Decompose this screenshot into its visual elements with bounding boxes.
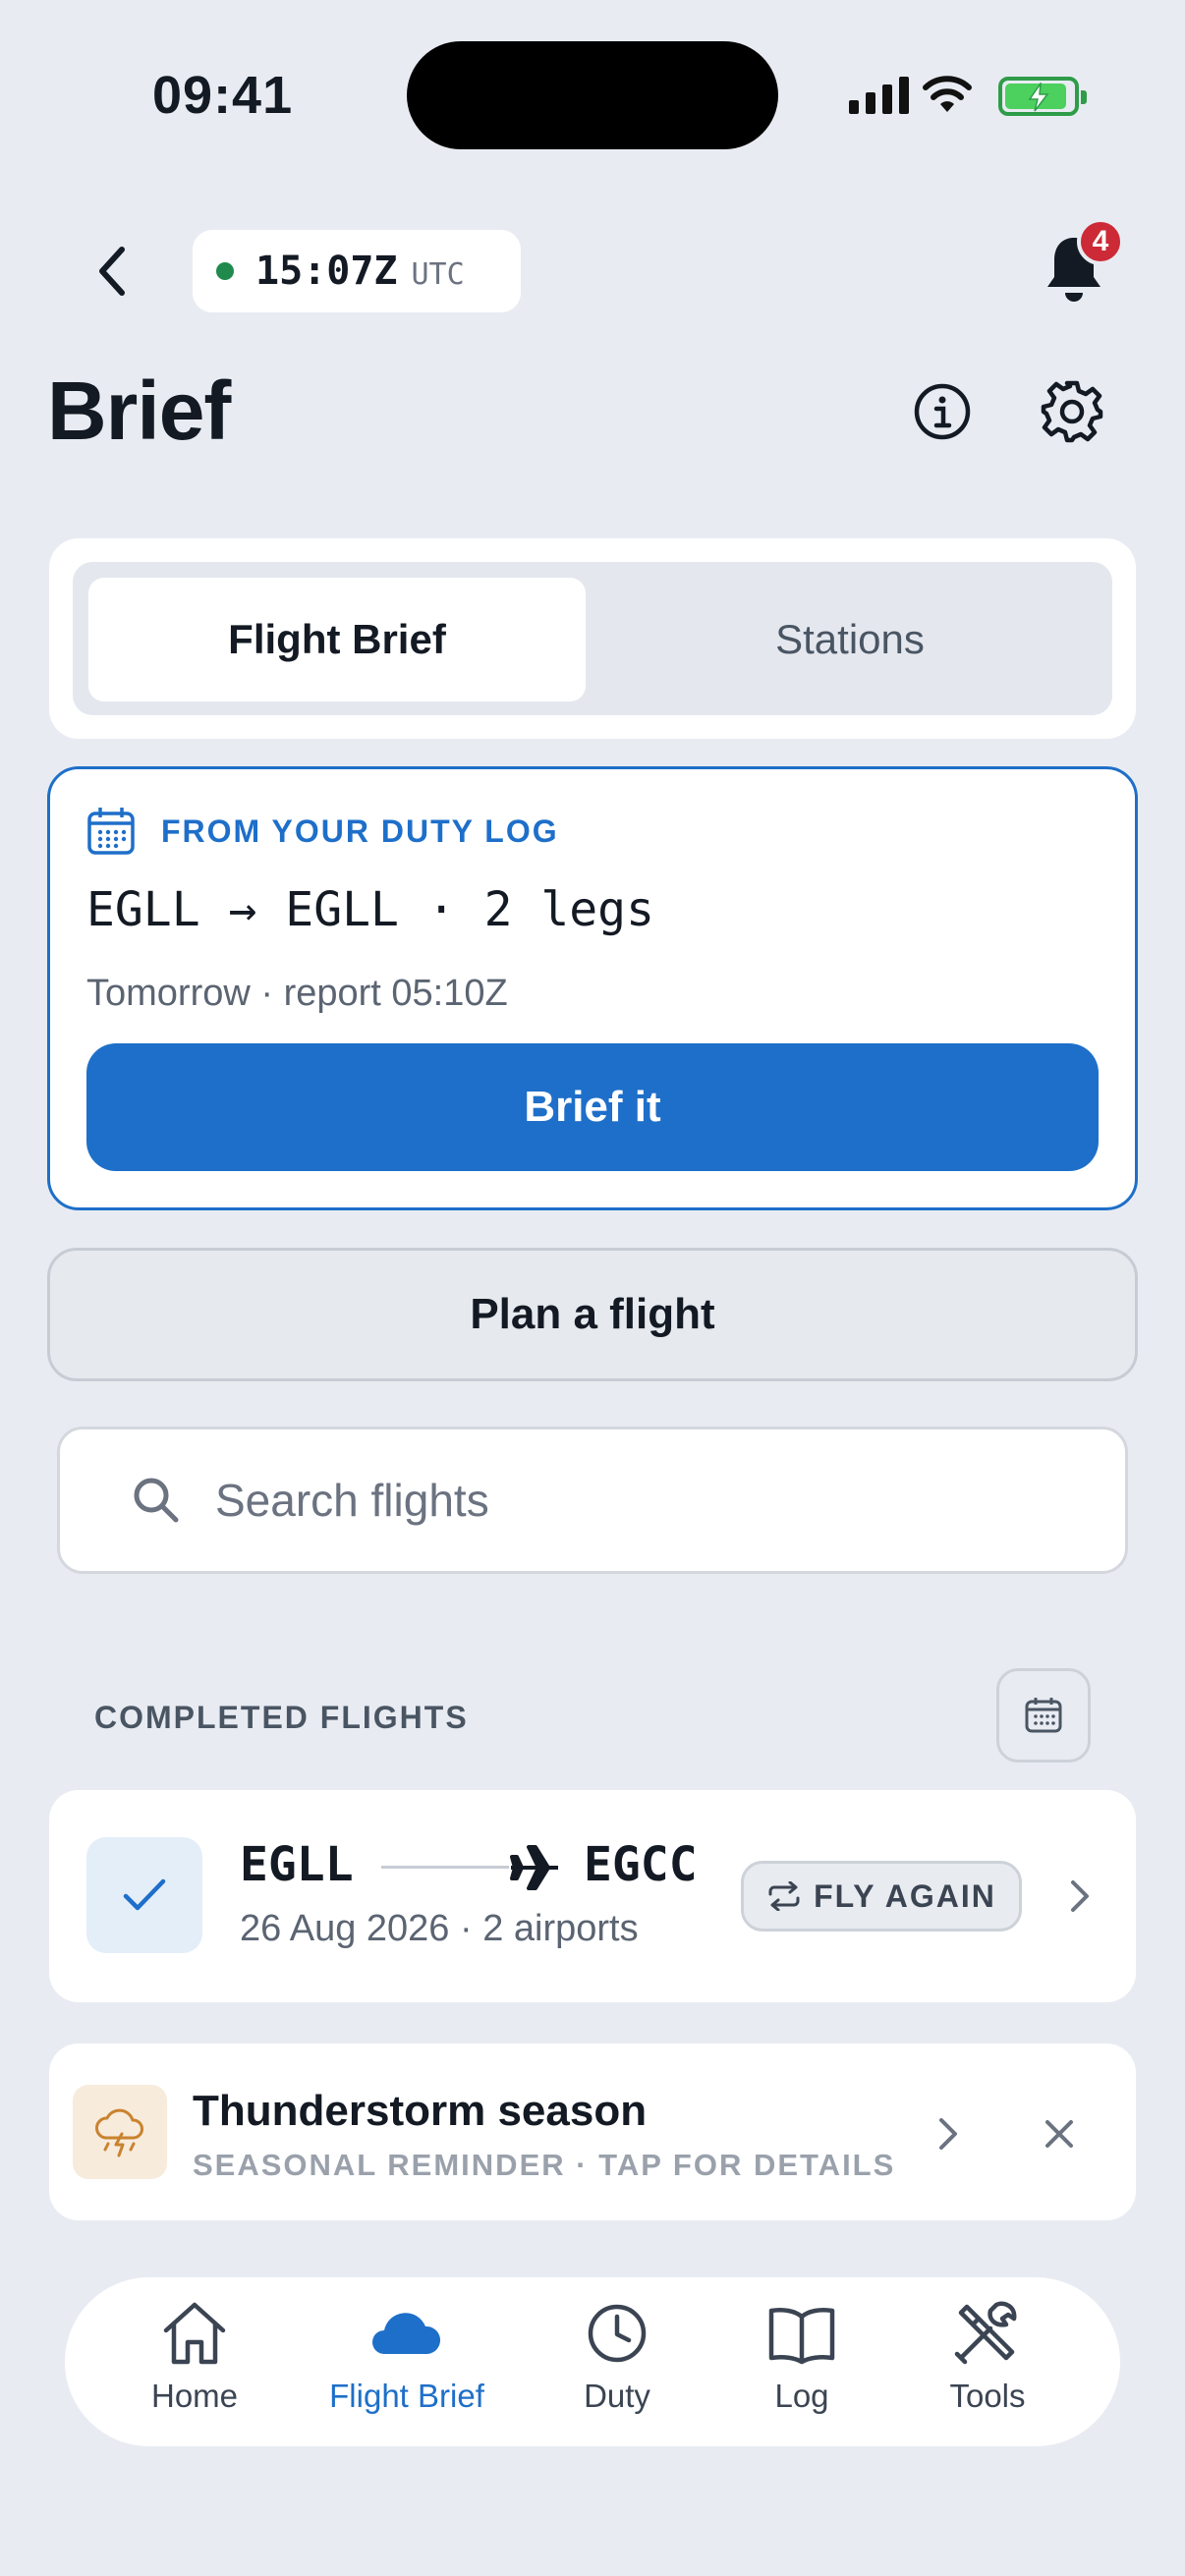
flight-date-airports: 26 Aug 2026 · 2 airports (240, 1908, 639, 1949)
route-line (381, 1866, 509, 1869)
duty-route: EGLL → EGLL · 2 legs (86, 882, 654, 937)
battery-icon (998, 77, 1087, 116)
utc-unit: UTC (411, 256, 465, 292)
reminder-title: Thunderstorm season (193, 2087, 648, 2135)
tab-log-label: Log (774, 2378, 829, 2414)
page-title: Brief (47, 364, 231, 457)
dismiss-close-icon[interactable] (1040, 2114, 1079, 2154)
fly-again-label: FLY AGAIN (814, 1877, 996, 1914)
dynamic-island (407, 41, 778, 149)
status-time: 09:41 (152, 66, 294, 125)
clock-icon (588, 2304, 647, 2363)
brief-it-button[interactable]: Brief it (86, 1043, 1099, 1171)
info-icon[interactable] (912, 381, 973, 442)
thunderstorm-icon (95, 2108, 143, 2157)
tab-duty[interactable]: Duty (529, 2297, 705, 2427)
cloud-icon (372, 2313, 441, 2354)
tools-icon (954, 2301, 1017, 2365)
tab-log[interactable]: Log (713, 2297, 890, 2427)
tab-tools-label: Tools (949, 2378, 1026, 2414)
tab-home-label: Home (150, 2378, 239, 2414)
notification-badge: 4 (1077, 218, 1124, 265)
repeat-icon (768, 1881, 800, 1911)
utc-clock-pill: 15:07Z UTC (193, 230, 521, 312)
search-input[interactable] (215, 1474, 1001, 1527)
plan-flight-button[interactable]: Plan a flight (47, 1248, 1138, 1381)
utc-time: 15:07Z (255, 249, 398, 294)
chevron-right-icon (1071, 1880, 1089, 1912)
checkmark-icon (123, 1878, 166, 1911)
search-icon (134, 1478, 179, 1523)
wifi-icon (923, 76, 972, 112)
cellular-signal-icon (849, 77, 909, 114)
storm-icon-box (73, 2085, 167, 2179)
charging-bolt-icon (1028, 83, 1049, 112)
calendar-icon (1025, 1698, 1062, 1733)
home-icon (163, 2302, 226, 2365)
airplane-icon (510, 1845, 558, 1890)
book-icon (768, 2308, 835, 2365)
tab-tools[interactable]: Tools (899, 2297, 1076, 2427)
search-bar (57, 1427, 1128, 1574)
flight-origin: EGLL (240, 1837, 354, 1892)
chevron-right-icon[interactable] (933, 2114, 961, 2154)
completed-check-badge (86, 1837, 202, 1953)
calendar-icon (87, 808, 135, 855)
back-button[interactable] (90, 242, 134, 301)
duty-log-label: FROM YOUR DUTY LOG (161, 813, 559, 849)
calendar-filter-button[interactable] (996, 1668, 1091, 1763)
tab-flight-brief-nav[interactable]: Flight Brief (318, 2297, 495, 2427)
tab-duty-label: Duty (584, 2378, 650, 2414)
section-heading-completed: COMPLETED FLIGHTS (94, 1700, 469, 1735)
flight-destination: EGCC (584, 1837, 698, 1892)
reminder-subtitle: SEASONAL REMINDER · TAP FOR DETAILS (193, 2148, 896, 2182)
duty-report-time: Tomorrow · report 05:10Z (86, 973, 508, 1014)
tab-flight-brief-label: Flight Brief (329, 2378, 484, 2414)
settings-gear-icon[interactable] (1040, 379, 1104, 444)
tab-stations[interactable]: Stations (599, 578, 1100, 701)
tab-home[interactable]: Home (106, 2297, 283, 2427)
online-status-dot (216, 262, 234, 280)
fly-again-button[interactable]: FLY AGAIN (741, 1861, 1022, 1932)
tab-flight-brief[interactable]: Flight Brief (88, 578, 586, 701)
